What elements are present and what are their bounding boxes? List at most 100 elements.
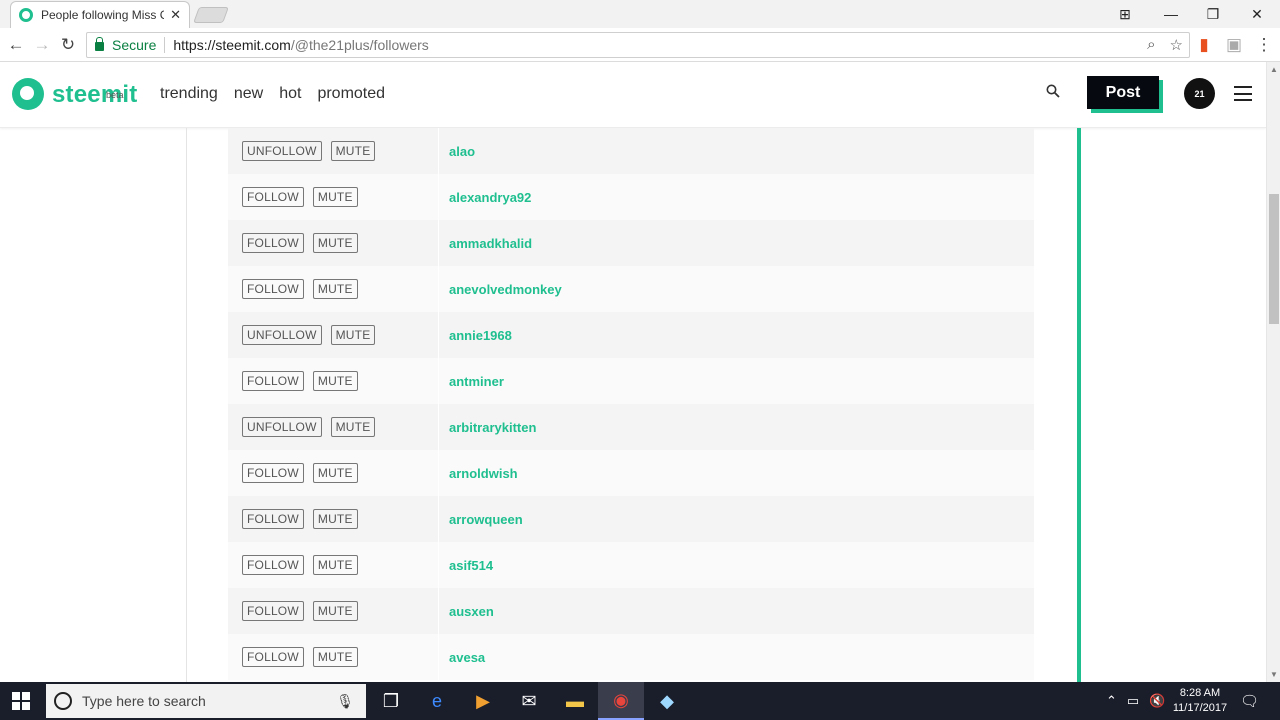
post-button[interactable]: Post [1087, 76, 1159, 109]
mute-button[interactable]: MUTE [312, 233, 358, 253]
taskbar-search-box[interactable]: Type here to search 🎙 [46, 684, 366, 718]
follower-row: FOLLOW MUTE anevolvedmonkey [228, 266, 1034, 312]
taskbar-clock[interactable]: 8:28 AM 11/17/2017 [1172, 686, 1228, 716]
follower-username-link[interactable]: arrowqueen [439, 512, 523, 527]
search-icon[interactable] [1046, 84, 1060, 98]
follower-username-link[interactable]: anevolvedmonkey [439, 282, 562, 297]
windows-taskbar: Type here to search 🎙 ❐ e ▶ ✉ ▬ ◉ ◆ ⌃ ▭ … [0, 682, 1280, 720]
reload-icon[interactable]: ↻ [56, 33, 80, 57]
follower-username-link[interactable]: annie1968 [439, 328, 512, 343]
follower-actions: FOLLOW MUTE [228, 542, 439, 588]
follower-username-link[interactable]: arnoldwish [439, 466, 518, 481]
mail-icon[interactable]: ✉ [506, 682, 552, 720]
address-bar[interactable]: Secure https://steemit.com /@the21plus/f… [86, 32, 1190, 58]
follower-actions: FOLLOW MUTE [228, 634, 439, 680]
follow-button[interactable]: FOLLOW [242, 371, 304, 391]
tray-chevron-icon[interactable]: ⌃ [1106, 693, 1117, 709]
mute-button[interactable]: MUTE [312, 187, 358, 207]
follower-actions: FOLLOW MUTE [228, 496, 439, 542]
restore-button[interactable]: ❐ [1192, 0, 1234, 28]
mute-button[interactable]: MUTE [312, 463, 358, 483]
follow-button[interactable]: FOLLOW [242, 187, 304, 207]
follower-username-link[interactable]: arbitrarykitten [439, 420, 536, 435]
back-arrow-icon[interactable]: ← [4, 33, 28, 57]
unfollow-button[interactable]: UNFOLLOW [242, 141, 322, 161]
task-view-icon[interactable]: ❐ [368, 682, 414, 720]
nav-trending[interactable]: trending [160, 85, 218, 103]
mute-button[interactable]: MUTE [330, 325, 376, 345]
scroll-up-icon[interactable]: ▲ [1270, 65, 1278, 74]
zoom-icon[interactable]: ⌕ [1147, 36, 1155, 54]
browser-tab[interactable]: People following Miss Ci ✕ [10, 1, 190, 28]
browser-toolbar: ← → ↻ Secure https://steemit.com /@the21… [0, 28, 1280, 62]
tab-close-icon[interactable]: ✕ [170, 7, 181, 23]
follower-row: FOLLOW MUTE antminer [228, 358, 1034, 404]
follow-button[interactable]: FOLLOW [242, 233, 304, 253]
windows-start-icon[interactable] [12, 692, 30, 710]
bookmark-star-icon[interactable]: ☆ [1170, 36, 1183, 54]
logo-text: steemit [52, 81, 138, 108]
omnibox-divider [164, 37, 166, 53]
new-tab-button[interactable] [193, 7, 229, 23]
page-scrollbar[interactable]: ▲ ▼ [1266, 62, 1280, 682]
minimize-button[interactable]: — [1150, 0, 1192, 28]
action-center-icon[interactable]: 🗨 [1240, 692, 1259, 710]
follower-username-link[interactable]: asif514 [439, 558, 493, 573]
scrollbar-thumb[interactable] [1269, 194, 1279, 324]
mute-button[interactable]: MUTE [312, 555, 358, 575]
follower-actions: FOLLOW MUTE [228, 588, 439, 634]
follow-button[interactable]: FOLLOW [242, 509, 304, 529]
office-extension-icon[interactable]: ▮ [1192, 33, 1216, 57]
nav-promoted[interactable]: promoted [317, 85, 385, 103]
forward-arrow-icon[interactable]: → [30, 33, 54, 57]
follower-row: UNFOLLOW MUTE arbitrarykitten [228, 404, 1034, 450]
follower-username-link[interactable]: ammadkhalid [439, 236, 532, 251]
follow-button[interactable]: FOLLOW [242, 279, 304, 299]
notes-app-icon[interactable]: ◆ [644, 682, 690, 720]
follow-button[interactable]: FOLLOW [242, 647, 304, 667]
follower-username-link[interactable]: alexandrya92 [439, 190, 531, 205]
network-icon[interactable]: ▭ [1127, 693, 1139, 709]
edge-browser-icon[interactable]: e [414, 682, 460, 720]
follower-actions: UNFOLLOW MUTE [228, 404, 439, 450]
follower-username-link[interactable]: alao [439, 144, 475, 159]
volume-muted-icon[interactable]: 🔇 [1149, 693, 1165, 709]
mute-button[interactable]: MUTE [312, 647, 358, 667]
hamburger-menu-icon[interactable] [1234, 86, 1252, 101]
follower-row: FOLLOW MUTE ausxen [228, 588, 1034, 634]
followers-page: UNFOLLOW MUTE alao FOLLOW MUTE alexandrya92 FO… [0, 128, 1266, 682]
chrome-taskbar-icon[interactable]: ◉ [598, 682, 644, 720]
follower-username-link[interactable]: ausxen [439, 604, 494, 619]
mute-button[interactable]: MUTE [312, 279, 358, 299]
mute-button[interactable]: MUTE [312, 371, 358, 391]
user-avatar[interactable]: 21 [1184, 78, 1215, 109]
chrome-menu-icon[interactable]: ⋮ [1252, 33, 1276, 57]
follower-username-link[interactable]: avesa [439, 650, 485, 665]
nav-new[interactable]: new [234, 85, 263, 103]
window-menu-icon[interactable]: ⊞ [1104, 0, 1146, 28]
follow-button[interactable]: FOLLOW [242, 601, 304, 621]
follower-actions: UNFOLLOW MUTE [228, 128, 439, 174]
microphone-icon[interactable]: 🎙 [336, 693, 354, 710]
follower-row: FOLLOW MUTE asif514 [228, 542, 1034, 588]
file-explorer-icon[interactable]: ▬ [552, 682, 598, 720]
mute-button[interactable]: MUTE [312, 509, 358, 529]
scroll-down-icon[interactable]: ▼ [1270, 670, 1278, 679]
mute-button[interactable]: MUTE [330, 141, 376, 161]
mute-button[interactable]: MUTE [330, 417, 376, 437]
follower-row: UNFOLLOW MUTE annie1968 [228, 312, 1034, 358]
url-path: /@the21plus/followers [290, 37, 429, 53]
mute-button[interactable]: MUTE [312, 601, 358, 621]
follower-username-link[interactable]: antminer [439, 374, 504, 389]
follower-row: FOLLOW MUTE arrowqueen [228, 496, 1034, 542]
follow-button[interactable]: FOLLOW [242, 463, 304, 483]
tab-title: People following Miss Ci [41, 8, 165, 22]
follower-actions: FOLLOW MUTE [228, 266, 439, 312]
close-window-button[interactable]: ✕ [1236, 0, 1278, 28]
pdf-extension-icon[interactable]: ▣ [1222, 33, 1246, 57]
follow-button[interactable]: FOLLOW [242, 555, 304, 575]
unfollow-button[interactable]: UNFOLLOW [242, 325, 322, 345]
media-player-icon[interactable]: ▶ [460, 682, 506, 720]
unfollow-button[interactable]: UNFOLLOW [242, 417, 322, 437]
nav-hot[interactable]: hot [279, 85, 301, 103]
